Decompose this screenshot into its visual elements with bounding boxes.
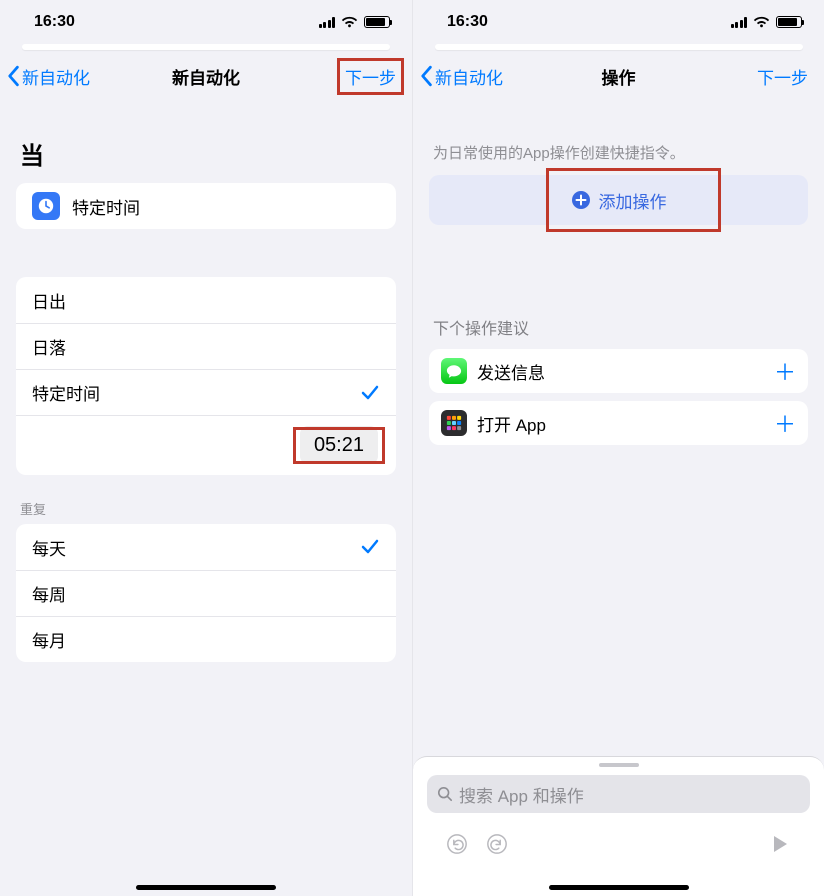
plus-icon: ＋ [774, 355, 796, 387]
clock-icon [32, 192, 60, 220]
repeat-weekly[interactable]: 每周 [16, 570, 396, 616]
back-button[interactable]: 新自动化 [6, 64, 90, 89]
option-specific-time[interactable]: 特定时间 [16, 369, 396, 415]
checkmark-icon [360, 538, 380, 556]
suggestion-send-message[interactable]: 发送信息 ＋ [429, 349, 808, 393]
back-button[interactable]: 新自动化 [419, 64, 503, 89]
chevron-left-icon [6, 65, 20, 87]
status-icons [731, 16, 803, 28]
undo-key[interactable] [437, 827, 477, 861]
option-specific-label: 特定时间 [32, 380, 100, 405]
apps-grid-icon [441, 410, 467, 436]
screen-new-automation: 16:30 新自动化 新自动化 下一步 当 [0, 0, 412, 896]
option-sunrise-label: 日出 [32, 288, 66, 313]
redo-key[interactable] [477, 827, 517, 861]
description-text: 为日常使用的App操作创建快捷指令。 [413, 106, 824, 175]
play-key[interactable] [760, 827, 800, 861]
cellular-icon [731, 16, 748, 28]
option-sunset-label: 日落 [32, 334, 66, 359]
repeat-daily-label: 每天 [32, 535, 66, 560]
trigger-header-group: 特定时间 [16, 183, 396, 229]
keyboard-toolbar [413, 823, 824, 861]
option-sunset[interactable]: 日落 [16, 323, 396, 369]
suggestion-label: 发送信息 [477, 359, 545, 384]
time-picker-row: 05:21 [16, 415, 396, 475]
time-picker[interactable]: 05:21 [300, 426, 378, 464]
home-indicator [549, 885, 689, 890]
wifi-icon [341, 16, 358, 28]
cellular-icon [319, 16, 336, 28]
suggestions-label: 下个操作建议 [413, 225, 824, 349]
search-input[interactable]: 搜索 App 和操作 [427, 775, 810, 813]
nav-bar: 新自动化 新自动化 下一步 [0, 54, 412, 98]
status-icons [319, 16, 391, 28]
search-icon [437, 786, 453, 802]
time-picker-highlight: 05:21 [298, 432, 380, 459]
battery-icon [776, 16, 802, 28]
screen-actions: 16:30 新自动化 操作 下一步 为日常使用的App操作创建快捷指令。 添加操… [412, 0, 824, 896]
content: 当 特定时间 日出 日落 特定时间 [0, 106, 412, 896]
repeat-label: 重复 [0, 475, 412, 524]
keyboard-accessory: 搜索 App 和操作 [413, 756, 824, 896]
next-button[interactable]: 下一步 [751, 60, 814, 93]
back-label: 新自动化 [435, 64, 503, 89]
trigger-header-label: 特定时间 [72, 194, 140, 219]
suggestion-label: 打开 App [477, 411, 546, 436]
grabber-icon[interactable] [599, 763, 639, 767]
status-bar: 16:30 [0, 0, 412, 44]
nav-bar: 新自动化 操作 下一步 [413, 54, 824, 98]
checkmark-icon [360, 384, 380, 402]
chevron-left-icon [419, 65, 433, 87]
time-options-group: 日出 日落 特定时间 05:21 [16, 277, 396, 475]
option-sunrise[interactable]: 日出 [16, 277, 396, 323]
repeat-monthly-label: 每月 [32, 627, 66, 652]
sheet-handle [22, 44, 390, 50]
status-time: 16:30 [447, 13, 731, 31]
when-label: 当 [0, 106, 412, 183]
repeat-daily[interactable]: 每天 [16, 524, 396, 570]
wifi-icon [753, 16, 770, 28]
suggestion-open-app[interactable]: 打开 App ＋ [429, 401, 808, 445]
repeat-group: 每天 每周 每月 [16, 524, 396, 662]
trigger-header-cell[interactable]: 特定时间 [16, 183, 396, 229]
battery-icon [364, 16, 390, 28]
add-action-button[interactable]: 添加操作 [429, 175, 808, 225]
search-placeholder: 搜索 App 和操作 [459, 782, 584, 807]
messages-icon [441, 358, 467, 384]
add-action-label: 添加操作 [599, 188, 667, 213]
back-label: 新自动化 [22, 64, 90, 89]
repeat-monthly[interactable]: 每月 [16, 616, 396, 662]
status-bar: 16:30 [413, 0, 824, 44]
next-button[interactable]: 下一步 [339, 60, 402, 93]
plus-icon: ＋ [774, 407, 796, 439]
repeat-weekly-label: 每周 [32, 581, 66, 606]
plus-circle-icon [571, 190, 591, 210]
sheet-handle [435, 44, 803, 50]
status-time: 16:30 [34, 13, 319, 31]
home-indicator [136, 885, 276, 890]
